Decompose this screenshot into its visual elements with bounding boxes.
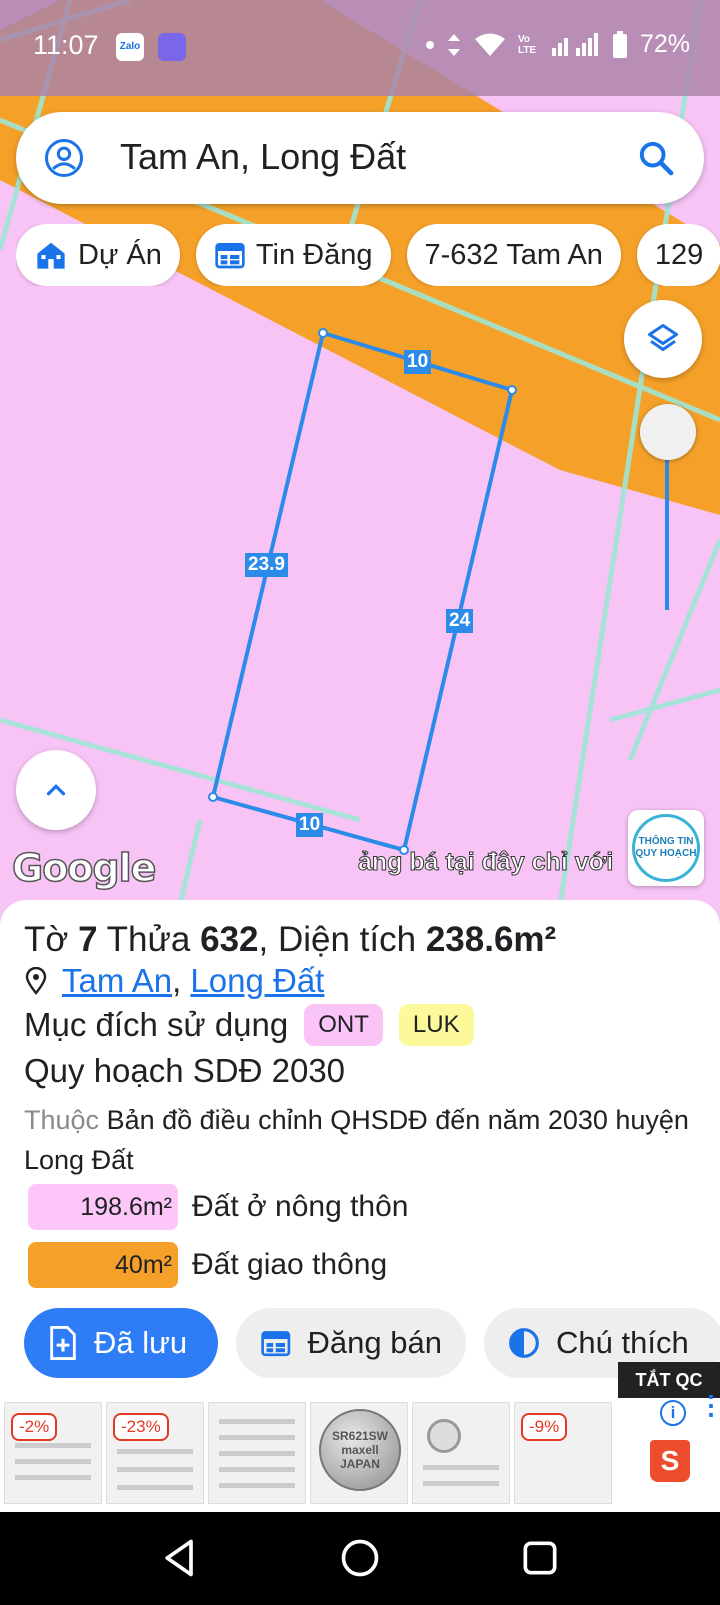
shopee-logo-icon[interactable]: S [650, 1440, 690, 1482]
area-label-road: Đất giao thông [192, 1248, 388, 1281]
area-breakdown-row: 198.6m² Đất ở nông thôn [28, 1184, 409, 1230]
app-notification-icon [158, 33, 186, 61]
saved-button[interactable]: Đã lưu [24, 1308, 218, 1378]
edge-label-right: 24 [446, 609, 474, 633]
building-icon [37, 242, 65, 269]
action-buttons: Đã lưu Đăng bán Chú thích [24, 1308, 720, 1378]
area-label-residential: Đất ở nông thôn [192, 1190, 409, 1223]
recents-icon[interactable] [518, 1536, 562, 1580]
status-time: 11:07 [33, 30, 99, 60]
district-link[interactable]: Long Đất [190, 962, 324, 1000]
chip-projects[interactable]: Dự Án [16, 224, 180, 286]
sheet-number: 7 [78, 920, 98, 959]
location-pin-icon [25, 967, 47, 995]
ad-product-5[interactable] [412, 1402, 510, 1504]
desc-prefix: Thuộc [24, 1105, 100, 1135]
lot-label: Thửa [106, 920, 191, 959]
planning-info-badge[interactable]: THÔNG TIN QUY HOẠCH [628, 810, 704, 886]
location-separator: , [172, 962, 182, 999]
battery-level: 72% [639, 30, 690, 58]
listing-icon [261, 1331, 291, 1357]
ad-info-icon[interactable]: i [660, 1400, 686, 1426]
status-right-group: Vo LTE 72% [425, 30, 690, 59]
plan-description: Thuộc Bản đồ điều chỉnh QHSDĐ đến năm 20… [24, 1100, 704, 1180]
wifi-icon [474, 33, 505, 56]
edge-label-top: 10 [404, 350, 432, 374]
coin-battery-image: SR621SW maxell JAPAN [319, 1409, 401, 1491]
chip-label: 129 [654, 238, 704, 271]
volte-label: Vo LTE [517, 33, 537, 56]
parcel-title: Tờ 7 Thửa 632, Diện tích 238.6m² [24, 920, 556, 960]
chip-label: 7-632 Tam An [424, 238, 603, 271]
battery-icon [612, 30, 627, 58]
chip-label: Dự Án [78, 238, 162, 271]
ad-product-4[interactable]: SR621SW maxell JAPAN [310, 1402, 408, 1504]
area-swatch-residential: 198.6m² [28, 1184, 178, 1230]
back-icon[interactable] [158, 1536, 202, 1580]
opacity-slider-handle[interactable] [640, 404, 696, 460]
home-icon[interactable] [338, 1536, 382, 1580]
sell-label: Đăng bán [307, 1325, 442, 1360]
lot-number: 632 [200, 920, 259, 959]
sheet-label: Tờ [24, 920, 69, 959]
saved-file-icon [50, 1326, 76, 1360]
saved-label: Đã lưu [94, 1325, 188, 1360]
ad-banner[interactable]: -2% -23% SR621SW maxell JAPAN -9% [0, 1398, 720, 1512]
search-query[interactable]: Tam An, Long Đất [120, 136, 406, 178]
system-nav-bar [0, 1512, 720, 1605]
purpose-label: Mục đích sử dụng [24, 1006, 289, 1043]
ad-product-6[interactable]: -9% [514, 1402, 612, 1504]
discount-badge: -23% [113, 1413, 169, 1441]
ad-product-1[interactable]: -2% [4, 1402, 102, 1504]
account-icon[interactable] [44, 138, 84, 178]
post-sale-button[interactable]: Đăng bán [236, 1308, 466, 1378]
chip-label: Tin Đăng [255, 238, 373, 271]
commune-link[interactable]: Tam An [62, 962, 172, 1000]
search-bar[interactable]: Tam An, Long Đất [16, 112, 704, 204]
planning-info-ring: THÔNG TIN QUY HOẠCH [632, 814, 700, 882]
plan-title: Quy hoạch SDĐ 2030 [24, 1052, 346, 1089]
google-logo: Google [11, 845, 157, 891]
area-label: , Diện tích [258, 920, 417, 959]
purpose-tag-ont[interactable]: ONT [304, 1004, 383, 1046]
layers-button[interactable] [624, 300, 702, 378]
zalo-notification-icon: Zalo [116, 33, 144, 61]
data-transfer-icon [447, 33, 460, 56]
chip-listings[interactable]: Tin Đăng [195, 224, 391, 286]
legend-label: Chú thích [556, 1325, 689, 1360]
parcel-info-panel: Tờ 7 Thửa 632, Diện tích 238.6m² Tam An,… [0, 900, 720, 1400]
edge-label-bottom: 10 [296, 813, 324, 837]
filter-chips: Dự Án Tin Đăng 7-632 Tam An 129 [16, 224, 720, 286]
search-icon[interactable] [636, 138, 676, 178]
ad-product-3[interactable] [208, 1402, 306, 1504]
edge-label-left: 23.9 [245, 553, 288, 577]
badge-line2: QUY HOẠCH [635, 848, 697, 859]
ad-more-icon[interactable]: ⋮ [698, 1392, 720, 1418]
watch-image [427, 1419, 461, 1453]
discount-badge: -9% [521, 1413, 568, 1441]
notification-dot-icon [425, 40, 434, 49]
chip-next[interactable]: 129 [636, 224, 720, 286]
expand-panel-button[interactable] [16, 750, 96, 830]
parcel-location: Tam An, Long Đất [24, 962, 324, 1000]
signal-icon [551, 32, 598, 56]
ad-ticker-text: ảng bá tại đây chỉ với 1 [358, 848, 620, 877]
desc-text: Bản đồ điều chỉnh QHSDĐ đến năm 2030 huy… [24, 1105, 689, 1175]
land-use-purpose: Mục đích sử dụng ONT LUK [24, 1004, 474, 1046]
chip-parcel[interactable]: 7-632 Tam An [406, 224, 621, 286]
listing-icon [215, 243, 245, 269]
ad-product-2[interactable]: -23% [106, 1402, 204, 1504]
area-swatch-road: 40m² [28, 1242, 178, 1288]
area-value: 238.6m² [425, 920, 557, 959]
contrast-icon [509, 1328, 539, 1358]
purpose-tag-luk[interactable]: LUK [398, 1004, 474, 1046]
badge-line1: THÔNG TIN [638, 836, 694, 847]
chevron-up-icon [46, 784, 66, 796]
area-breakdown-row: 40m² Đất giao thông [28, 1242, 387, 1288]
layers-icon [648, 324, 678, 351]
status-bar: 11:07 Zalo Vo LTE 72% [0, 0, 720, 96]
discount-badge: -2% [11, 1413, 58, 1441]
